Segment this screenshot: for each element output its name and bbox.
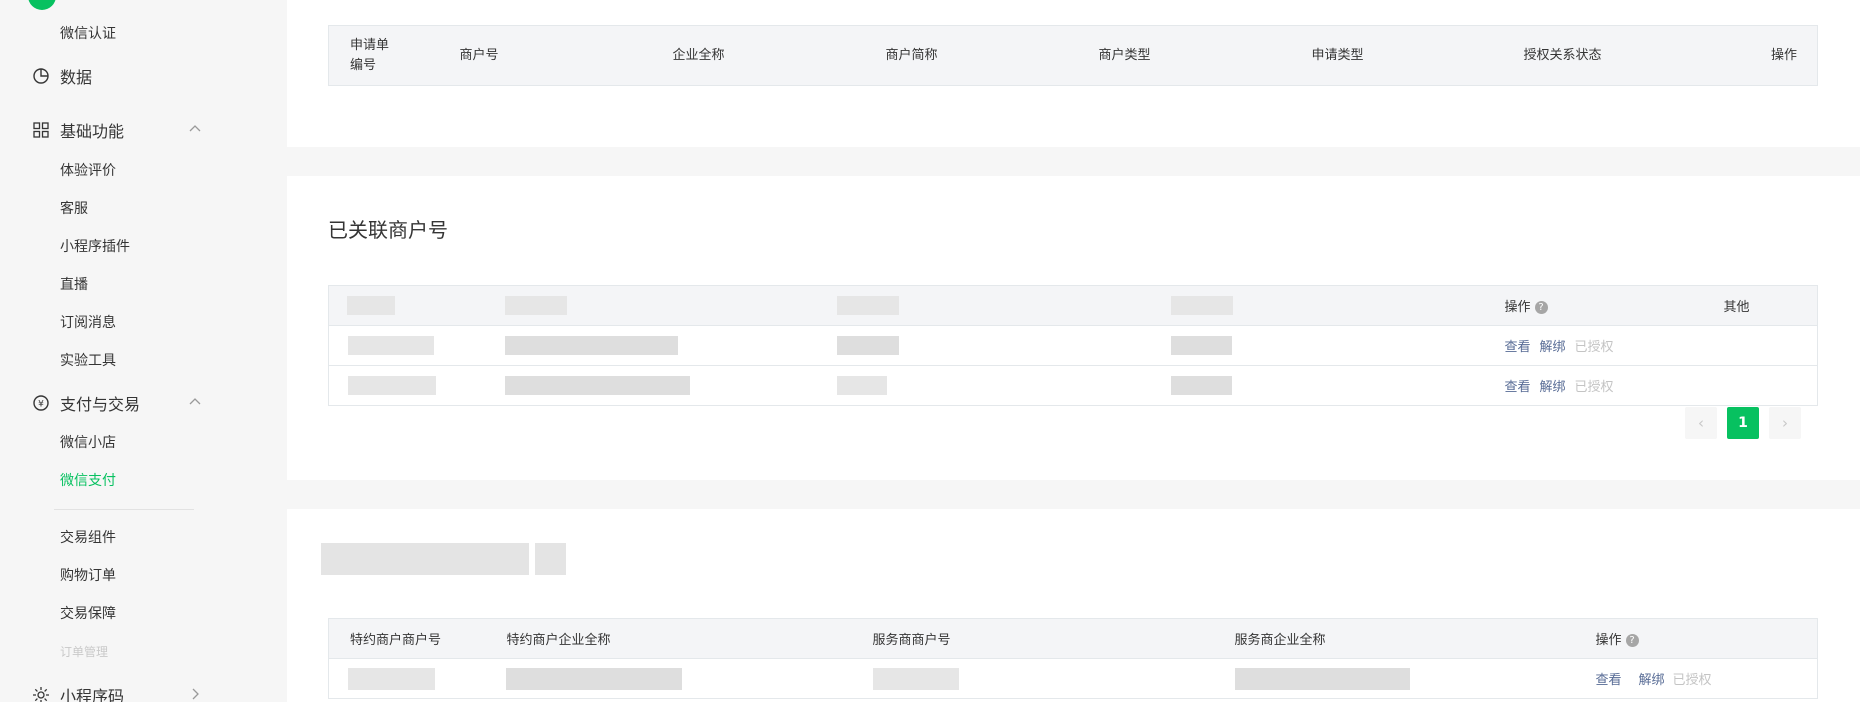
page-1-button[interactable]: 1 bbox=[1727, 407, 1759, 439]
cell-redacted bbox=[488, 658, 852, 699]
sidebar-group-label: 支付与交易 bbox=[60, 395, 141, 414]
table-row: 查看 解绑 已授权 bbox=[328, 325, 1818, 366]
section-title-redacted bbox=[321, 543, 566, 575]
unbind-link[interactable]: 解绑 bbox=[1540, 340, 1566, 355]
grid-apps-icon bbox=[33, 122, 49, 138]
view-link[interactable]: 查看 bbox=[1596, 673, 1622, 688]
col-header-redacted bbox=[820, 285, 1153, 326]
help-icon[interactable]: ? bbox=[1625, 634, 1639, 647]
auth-status: 已授权 bbox=[1574, 340, 1614, 355]
cell-redacted bbox=[851, 658, 1214, 699]
sidebar-group-label: 基础功能 bbox=[60, 122, 125, 141]
cell-other bbox=[1711, 325, 1818, 366]
col-header-redacted bbox=[328, 285, 488, 326]
sidebar-item-trade-component[interactable]: 交易组件 bbox=[60, 528, 116, 548]
svg-text:¥: ¥ bbox=[38, 400, 44, 410]
yuan-coin-icon: ¥ bbox=[33, 395, 49, 411]
col-auth-status: 授权关系状态 bbox=[1502, 25, 1715, 86]
section-title: 已关联商户号 bbox=[328, 218, 448, 242]
sidebar-item-trade-guarantee[interactable]: 交易保障 bbox=[60, 604, 116, 624]
application-table: 申请单编号 商户号 企业全称 商户简称 商户类型 申请类型 授权关系状态 操作 bbox=[328, 25, 1818, 86]
sub-merchant-card: 特约商户商户号 特约商户企业全称 服务商商户号 服务商企业全称 操作? 查看 解绑… bbox=[287, 509, 1860, 702]
cell-redacted bbox=[328, 365, 488, 406]
sidebar-item-data[interactable]: 数据 bbox=[32, 63, 202, 89]
linked-merchants-table: 操作? 其他 查看 解绑 已授权 查看 解绑 已授权 bbox=[328, 285, 1818, 406]
cell-redacted bbox=[820, 365, 1153, 406]
sidebar-item-wechat-shop[interactable]: 微信小店 bbox=[60, 433, 116, 453]
table-header-row: 申请单编号 商户号 企业全称 商户简称 商户类型 申请类型 授权关系状态 操作 bbox=[328, 25, 1818, 86]
col-header-redacted bbox=[1152, 285, 1488, 326]
cell-redacted bbox=[820, 325, 1153, 366]
col-merchant-type: 商户类型 bbox=[1077, 25, 1291, 86]
cell-redacted bbox=[328, 325, 488, 366]
sidebar-item-plugins[interactable]: 小程序插件 bbox=[60, 237, 130, 257]
chevron-right-icon bbox=[192, 688, 199, 700]
col-merchant-id: 商户号 bbox=[438, 25, 652, 86]
view-link[interactable]: 查看 bbox=[1505, 380, 1531, 395]
unbind-link[interactable]: 解绑 bbox=[1540, 380, 1566, 395]
col-header-redacted bbox=[487, 285, 821, 326]
view-link[interactable]: 查看 bbox=[1505, 340, 1531, 355]
sub-merchant-table: 特约商户商户号 特约商户企业全称 服务商商户号 服务商企业全称 操作? 查看 解绑… bbox=[328, 618, 1818, 699]
col-actions: 操作 bbox=[1714, 25, 1818, 86]
sidebar-item-qrcode[interactable]: 小程序码 bbox=[32, 682, 202, 702]
col-service-provider-id: 服务商商户号 bbox=[851, 618, 1214, 659]
col-actions: 操作? bbox=[1576, 618, 1818, 659]
col-service-provider-name: 服务商企业全称 bbox=[1213, 618, 1577, 659]
unbind-link[interactable]: 解绑 bbox=[1639, 673, 1665, 688]
auth-status: 已授权 bbox=[1672, 673, 1712, 688]
sidebar-group-label: 数据 bbox=[60, 68, 93, 87]
auth-status: 已授权 bbox=[1574, 380, 1614, 395]
sidebar-item-shopping-orders[interactable]: 购物订单 bbox=[60, 566, 116, 586]
linked-merchants-card: 已关联商户号 操作? 其他 查看 解绑 已授权 查看 解绑 已授权 ‹ 1 › bbox=[287, 176, 1860, 480]
sidebar-item-order-manage[interactable]: 订单管理 bbox=[60, 642, 108, 662]
col-sub-merchant-id: 特约商户商户号 bbox=[328, 618, 489, 659]
pie-chart-icon bbox=[33, 68, 49, 84]
table-header-row: 特约商户商户号 特约商户企业全称 服务商商户号 服务商企业全称 操作? bbox=[328, 618, 1818, 659]
cell-redacted bbox=[487, 325, 821, 366]
cell-redacted bbox=[328, 658, 489, 699]
cell-redacted bbox=[1152, 365, 1488, 406]
prev-page-button[interactable]: ‹ bbox=[1685, 407, 1717, 439]
sidebar-group-basic[interactable]: 基础功能 bbox=[32, 117, 202, 143]
sidebar: 微信认证 数据 基础功能 体验评价 客服 小程序插件 直播 订阅消息 实验工具 … bbox=[0, 0, 287, 702]
sidebar-item-lab[interactable]: 实验工具 bbox=[60, 351, 116, 371]
col-company-name: 企业全称 bbox=[651, 25, 865, 86]
sidebar-divider bbox=[54, 509, 194, 510]
application-list-card: 申请单编号 商户号 企业全称 商户简称 商户类型 申请类型 授权关系状态 操作 bbox=[287, 0, 1860, 147]
col-sub-merchant-name: 特约商户企业全称 bbox=[488, 618, 852, 659]
sidebar-group-pay[interactable]: ¥ 支付与交易 bbox=[32, 390, 202, 416]
next-page-button[interactable]: › bbox=[1769, 407, 1801, 439]
col-actions: 操作? bbox=[1487, 285, 1712, 326]
chevron-up-icon bbox=[189, 398, 201, 405]
cell-other bbox=[1711, 365, 1818, 406]
row-actions: 查看 解绑 已授权 bbox=[1576, 658, 1818, 699]
sidebar-item-customer-service[interactable]: 客服 bbox=[60, 199, 88, 219]
col-other: 其他 bbox=[1711, 285, 1818, 326]
sidebar-item-subscribe[interactable]: 订阅消息 bbox=[60, 313, 116, 333]
pagination: ‹ 1 › bbox=[1685, 407, 1801, 439]
sidebar-group-label: 小程序码 bbox=[60, 687, 125, 702]
cell-redacted bbox=[1152, 325, 1488, 366]
table-header-row: 操作? 其他 bbox=[328, 285, 1818, 326]
cell-redacted bbox=[487, 365, 821, 406]
sidebar-item-wechat-verify[interactable]: 微信认证 bbox=[60, 24, 116, 44]
sidebar-item-experience[interactable]: 体验评价 bbox=[60, 161, 116, 181]
mini-program-code-icon bbox=[33, 687, 49, 702]
col-merchant-short-name: 商户简称 bbox=[864, 25, 1078, 86]
row-actions: 查看 解绑 已授权 bbox=[1487, 365, 1712, 406]
col-actions-label: 操作 bbox=[1504, 300, 1531, 315]
app-logo-icon bbox=[28, 0, 56, 10]
row-actions: 查看 解绑 已授权 bbox=[1487, 325, 1712, 366]
help-icon[interactable]: ? bbox=[1534, 301, 1548, 314]
cell-redacted bbox=[1213, 658, 1577, 699]
col-application-id: 申请单编号 bbox=[328, 25, 439, 86]
sidebar-item-wechat-pay[interactable]: 微信支付 bbox=[60, 471, 116, 491]
table-row: 查看 解绑 已授权 bbox=[328, 365, 1818, 406]
col-application-type: 申请类型 bbox=[1290, 25, 1503, 86]
table-row: 查看 解绑 已授权 bbox=[328, 658, 1818, 699]
sidebar-item-live[interactable]: 直播 bbox=[60, 275, 88, 295]
col-actions-label: 操作 bbox=[1595, 633, 1622, 648]
chevron-up-icon bbox=[189, 125, 201, 132]
